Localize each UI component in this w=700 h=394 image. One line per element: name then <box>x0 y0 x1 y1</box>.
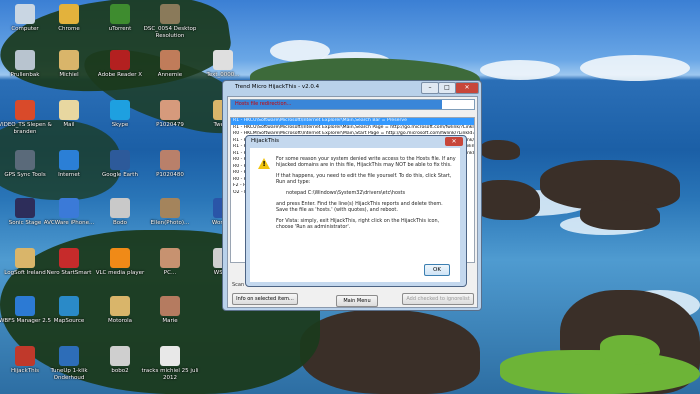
warning-glyph: ! <box>262 160 266 168</box>
cloud <box>580 55 690 81</box>
dialog-message: For some reason your system denied write… <box>276 156 456 235</box>
folder-icon <box>15 248 35 268</box>
warning-icon: ! <box>258 158 270 169</box>
photo-icon <box>160 50 180 70</box>
desktop-icon-label: DSC_0054 Desktop Resolution <box>143 26 197 39</box>
vlc-icon <box>110 248 130 268</box>
file-icon <box>160 346 180 366</box>
dialog-body: ! For some reason your system denied wri… <box>250 148 460 282</box>
desktop-icon-label: Marie <box>162 318 178 324</box>
rock <box>580 200 660 230</box>
hosts-warning-dialog[interactable]: HijackThis ✕ ! For some reason your syst… <box>245 135 467 287</box>
gps-icon <box>15 150 35 170</box>
photo-icon <box>160 150 180 170</box>
desktop-icon[interactable]: DSC_0054 Desktop Resolution <box>140 4 200 39</box>
chrome-icon <box>59 4 79 24</box>
close-button[interactable]: ✕ <box>455 82 479 94</box>
dialog-titlebar[interactable]: HijackThis <box>246 136 466 147</box>
desktop-icon[interactable]: PC... <box>140 248 200 277</box>
desktop-icon[interactable]: P1020480 <box>140 150 200 179</box>
photo-icon <box>160 198 180 218</box>
photo-icon <box>160 4 180 24</box>
ok-button[interactable]: OK <box>424 264 450 276</box>
fern <box>500 350 700 394</box>
desktop-icon-label: P1020480 <box>156 172 184 178</box>
desktop-icon-label: P1020479 <box>156 122 184 128</box>
desktop-icon-label: Annemie <box>157 72 183 78</box>
nero-icon <box>59 248 79 268</box>
minimize-button[interactable]: – <box>421 82 439 94</box>
avcware-icon <box>59 198 79 218</box>
photo-icon <box>160 248 180 268</box>
dialog-command: notepad C:\Windows\System32\drivers\etc\… <box>286 190 406 196</box>
document-icon <box>110 346 130 366</box>
dialog-paragraph: If that happens, you need to edit the fi… <box>276 173 452 185</box>
window-title: Trend Micro HijackThis - v2.0.4 <box>235 84 320 90</box>
utorrent-icon <box>110 4 130 24</box>
photo-icon <box>160 296 180 316</box>
progress-text: Hosts file redirection... <box>235 101 292 107</box>
desktop-icon[interactable]: P1020479 <box>140 100 200 129</box>
progress-bar: Hosts file redirection... <box>230 99 475 110</box>
window-titlebar[interactable]: Trend Micro HijackThis - v2.0.4 – □ ✕ <box>223 81 481 94</box>
desktop-icon-label: Ellen(Photo)... <box>150 220 190 226</box>
recycle-bin-icon <box>15 50 35 70</box>
desktop-icon[interactable]: Marie <box>140 296 200 325</box>
wbfs-icon <box>15 296 35 316</box>
maximize-button[interactable]: □ <box>438 82 456 94</box>
mapsource-icon <box>59 296 79 316</box>
desktop-icon[interactable]: Annemie <box>140 50 200 79</box>
dialog-paragraph: For Vista: simply, exit HijackThis, righ… <box>276 218 440 230</box>
main-menu-button[interactable]: Main Menu <box>336 295 378 307</box>
folder-icon <box>110 296 130 316</box>
cloud <box>480 60 560 80</box>
adobe-reader-icon <box>110 50 130 70</box>
tuneup-icon <box>59 346 79 366</box>
music-icon <box>15 198 35 218</box>
google-earth-icon <box>110 150 130 170</box>
desktop-icon-label: tracks michiel 25 juli 2012 <box>141 368 199 381</box>
internet-explorer-icon <box>59 150 79 170</box>
skype-icon <box>110 100 130 120</box>
desktop-icon[interactable]: tracks michiel 25 juli 2012 <box>140 346 200 381</box>
hijackthis-icon <box>15 346 35 366</box>
text-file-icon <box>213 50 233 70</box>
dialog-paragraph: and press Enter. Find the line(s) Hijack… <box>276 201 443 213</box>
mail-icon <box>59 100 79 120</box>
rock <box>480 140 520 160</box>
computer-icon <box>15 4 35 24</box>
user-folder-icon <box>59 50 79 70</box>
desktop-icon[interactable]: Ellen(Photo)... <box>140 198 200 227</box>
dialog-close-button[interactable]: ✕ <box>445 137 463 146</box>
desktop-icon-label: Text_0000... <box>206 72 240 78</box>
dialog-paragraph: For some reason your system denied write… <box>276 156 456 168</box>
rock <box>300 310 480 394</box>
info-on-selected-item-button[interactable]: Info on selected item... <box>232 293 298 305</box>
dvd-icon <box>15 100 35 120</box>
dialog-title: HijackThis <box>251 138 280 144</box>
fern <box>600 335 660 365</box>
photo-icon <box>160 100 180 120</box>
document-icon <box>110 198 130 218</box>
desktop-icon[interactable]: Text_0000... <box>193 50 253 79</box>
desktop-icon-label: PC... <box>163 270 177 276</box>
add-checked-to-ignorelist-button[interactable]: Add checked to ignorelist <box>402 293 474 305</box>
